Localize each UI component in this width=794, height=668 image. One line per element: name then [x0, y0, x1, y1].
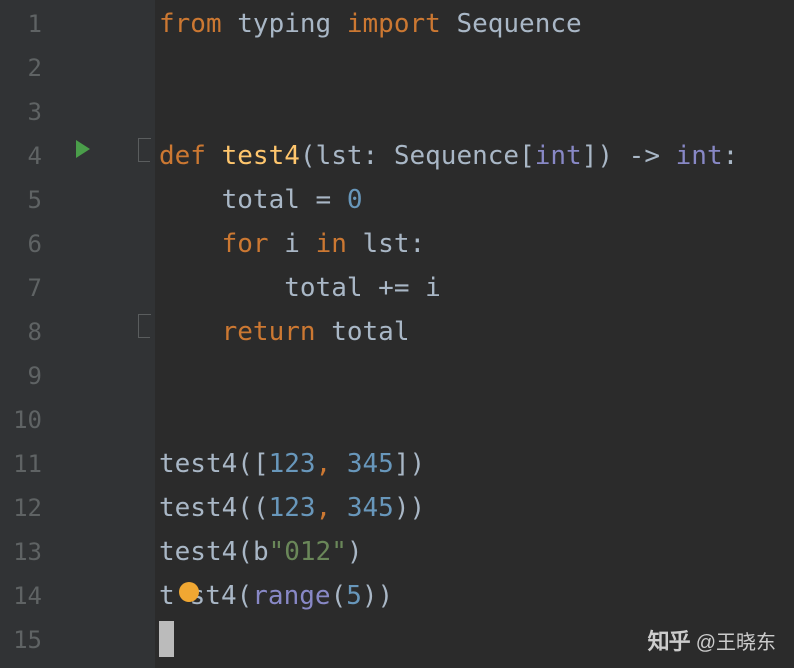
colon: :: [363, 141, 379, 171]
line-number[interactable]: 1: [0, 2, 60, 46]
function-call: test4: [159, 449, 237, 479]
watermark-author: @王晓东: [696, 626, 776, 655]
operator: +=: [363, 273, 426, 303]
bytes-prefix: b: [253, 537, 269, 567]
paren: ): [410, 449, 426, 479]
code-line: test4(b"012"): [155, 530, 794, 574]
fold-icon[interactable]: [138, 320, 150, 338]
keyword-in: in: [316, 229, 347, 259]
line-number[interactable]: 14: [0, 574, 60, 618]
code-line: [155, 90, 794, 134]
number: 345: [347, 449, 394, 479]
code-line: def test4(lst: Sequence[int]) -> int:: [155, 134, 794, 178]
number: 123: [269, 449, 316, 479]
type-int: int: [535, 141, 582, 171]
code-line: total += i: [155, 266, 794, 310]
paren: ): [597, 141, 613, 171]
line-number[interactable]: 6: [0, 222, 60, 266]
class-name: Sequence: [456, 9, 581, 39]
variable: lst: [347, 229, 410, 259]
paren: (: [237, 581, 253, 611]
keyword-import: import: [347, 9, 441, 39]
line-number-gutter: 1 2 3 4 5 6 7 8 9 10 11 12 13 14 15: [0, 0, 60, 668]
paren: (: [237, 493, 253, 523]
variable: total: [316, 317, 410, 347]
watermark: 知乎 @王晓东: [648, 624, 776, 656]
code-line: for i in lst:: [155, 222, 794, 266]
operator: =: [300, 185, 347, 215]
colon: :: [723, 141, 739, 171]
comma: ,: [316, 449, 332, 479]
code-editor: 1 2 3 4 5 6 7 8 9 10 11 12 13 14 15 from…: [0, 0, 794, 668]
code-line: total = 0: [155, 178, 794, 222]
parameter: lst: [316, 141, 363, 171]
line-number[interactable]: 2: [0, 46, 60, 90]
variable: total: [284, 273, 362, 303]
function-call: test4: [159, 537, 237, 567]
fold-icon[interactable]: [138, 144, 150, 162]
keyword-for: for: [222, 229, 269, 259]
marker-gutter: [60, 0, 155, 668]
paren: (: [253, 493, 269, 523]
variable: total: [222, 185, 300, 215]
colon: :: [410, 229, 426, 259]
comma: ,: [316, 493, 332, 523]
variable: i: [269, 229, 316, 259]
line-number[interactable]: 11: [0, 442, 60, 486]
bracket: ]: [582, 141, 598, 171]
bracket: [: [519, 141, 535, 171]
line-number[interactable]: 15: [0, 618, 60, 662]
module-name: typing: [237, 9, 331, 39]
paren: (: [237, 537, 253, 567]
paren: ): [394, 493, 410, 523]
paren: (: [331, 581, 347, 611]
zhihu-logo: 知乎: [648, 624, 690, 656]
line-number[interactable]: 10: [0, 398, 60, 442]
code-line: return total: [155, 310, 794, 354]
line-number[interactable]: 13: [0, 530, 60, 574]
function-call: test4: [159, 493, 237, 523]
lightbulb-icon[interactable]: [179, 582, 199, 602]
bracket: [: [253, 449, 269, 479]
keyword-return: return: [222, 317, 316, 347]
line-number[interactable]: 4: [0, 134, 60, 178]
string: "012": [269, 537, 347, 567]
code-line: test4((123, 345)): [155, 486, 794, 530]
keyword-def: def: [159, 141, 206, 171]
paren: ): [362, 581, 378, 611]
line-number[interactable]: 8: [0, 310, 60, 354]
builtin-range: range: [252, 581, 330, 611]
bracket: ]: [394, 449, 410, 479]
code-line: from typing import Sequence: [155, 2, 794, 46]
paren: ): [378, 581, 394, 611]
cursor: [159, 621, 174, 657]
type-int: int: [676, 141, 723, 171]
code-line: [155, 354, 794, 398]
function-name: test4: [222, 141, 300, 171]
arrow: ->: [613, 141, 676, 171]
keyword-from: from: [159, 9, 222, 39]
paren: (: [300, 141, 316, 171]
paren: ): [410, 493, 426, 523]
type-name: Sequence: [394, 141, 519, 171]
code-area[interactable]: from typing import Sequence def test4(ls…: [155, 0, 794, 668]
line-number[interactable]: 7: [0, 266, 60, 310]
number: 0: [347, 185, 363, 215]
number: 345: [347, 493, 394, 523]
function-call: t: [159, 581, 175, 611]
number: 123: [269, 493, 316, 523]
variable: i: [425, 273, 441, 303]
line-number[interactable]: 5: [0, 178, 60, 222]
line-number[interactable]: 12: [0, 486, 60, 530]
paren: ): [347, 537, 363, 567]
line-number[interactable]: 3: [0, 90, 60, 134]
code-line: [155, 46, 794, 90]
number: 5: [346, 581, 362, 611]
code-line: [155, 398, 794, 442]
paren: (: [237, 449, 253, 479]
code-line: test4([123, 345]): [155, 442, 794, 486]
line-number[interactable]: 9: [0, 354, 60, 398]
code-line: tst4(range(5)): [155, 574, 794, 618]
run-icon[interactable]: [76, 140, 90, 158]
